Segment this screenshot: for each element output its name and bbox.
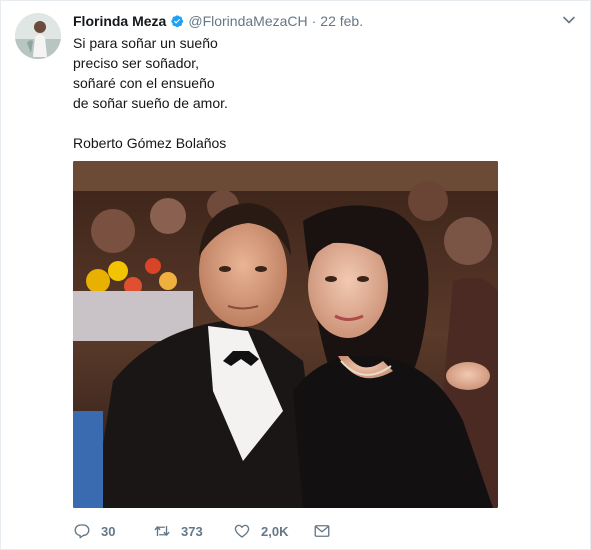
reply-button[interactable]: 30 (73, 522, 153, 540)
reply-icon (74, 524, 90, 539)
verified-badge-icon (170, 14, 184, 28)
retweet-button[interactable]: 373 (153, 522, 233, 540)
header-separator: · (311, 13, 317, 29)
tweet-text-line: preciso ser soñador, (73, 55, 200, 71)
author-name[interactable]: Florinda Meza (73, 13, 166, 29)
retweet-count: 373 (181, 523, 203, 539)
tweet-signature: Roberto Gómez Bolaños (73, 135, 227, 151)
author-handle[interactable]: @FlorindaMezaCH (188, 13, 307, 29)
chevron-down-icon[interactable] (562, 13, 576, 27)
heart-icon (234, 524, 250, 538)
avatar[interactable] (15, 13, 61, 59)
envelope-icon (314, 525, 330, 537)
tweet-text-line: Si para soñar un sueño (73, 35, 218, 51)
tweet-photo[interactable] (73, 161, 498, 508)
direct-message-button[interactable] (313, 522, 331, 540)
like-button[interactable]: 2,0K (233, 522, 313, 540)
tweet-text: Si para soñar un sueño preciso ser soñad… (73, 33, 553, 153)
retweet-icon (154, 525, 170, 537)
tweet-actions: 30 373 2,0K (73, 520, 331, 542)
tweet-text-line: de soñar sueño de amor. (73, 95, 228, 111)
tweet-text-line: soñaré con el ensueño (73, 75, 215, 91)
reply-count: 30 (101, 523, 116, 539)
tweet-header: Florinda Meza @FlorindaMezaCH · 22 feb. (73, 12, 363, 30)
like-count: 2,0K (261, 523, 289, 539)
tweet-timestamp[interactable]: 22 feb. (320, 13, 363, 29)
tweet-card[interactable]: Florinda Meza @FlorindaMezaCH · 22 feb. … (0, 0, 591, 550)
